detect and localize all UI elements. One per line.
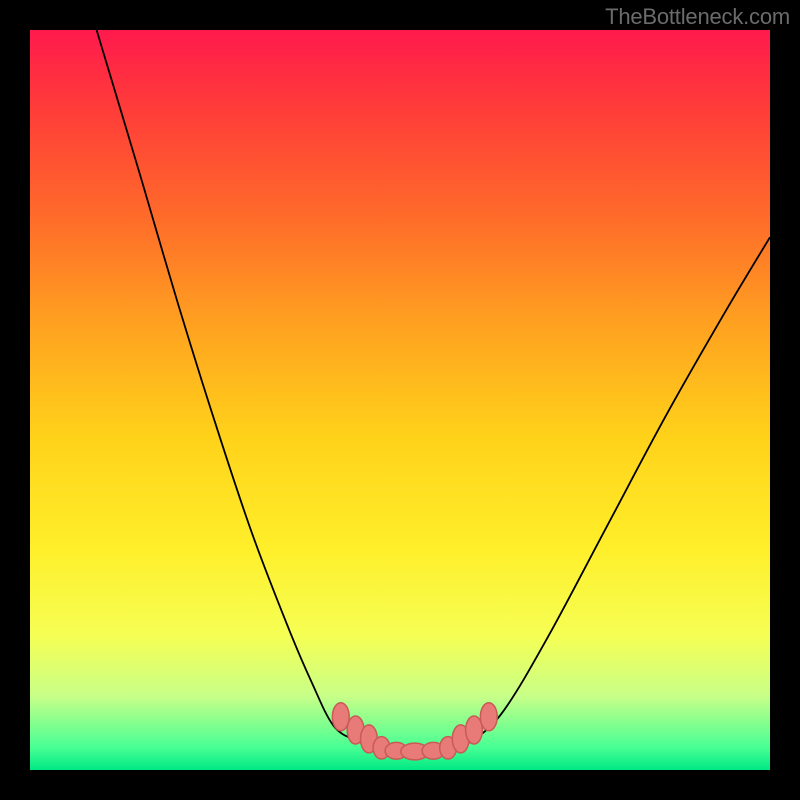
valley-markers: [332, 703, 497, 760]
gradient-plot-area: [30, 30, 770, 770]
chart-frame: TheBottleneck.com: [0, 0, 800, 800]
valley-marker: [332, 703, 349, 731]
watermark-text: TheBottleneck.com: [605, 4, 790, 30]
valley-marker: [466, 716, 483, 744]
valley-marker: [480, 703, 497, 731]
curve-left-branch: [97, 30, 356, 740]
curve-right-branch: [474, 237, 770, 740]
curve-layer: [30, 30, 770, 770]
